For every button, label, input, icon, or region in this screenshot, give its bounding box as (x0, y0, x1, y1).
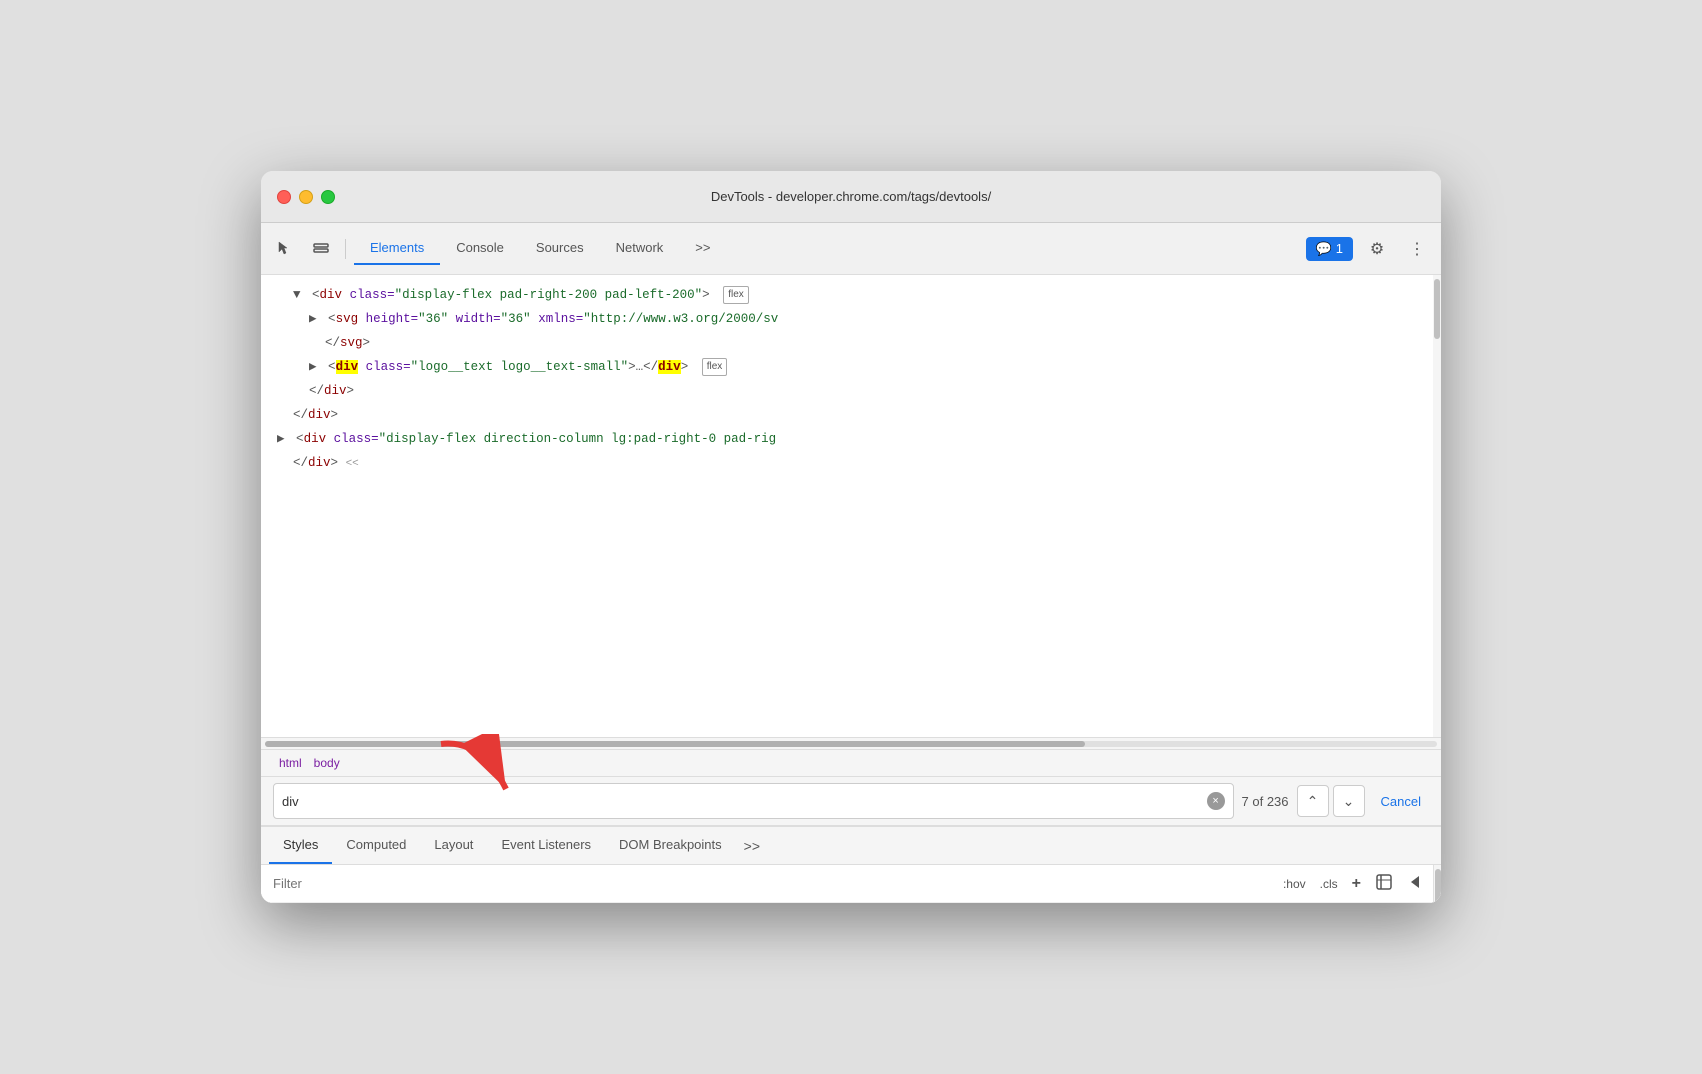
traffic-lights (277, 190, 335, 204)
breadcrumb-bar: html body (261, 749, 1441, 777)
tab-elements[interactable]: Elements (354, 232, 440, 265)
search-count: 7 of 236 (1242, 794, 1289, 809)
tab-computed[interactable]: Computed (332, 827, 420, 864)
maximize-button[interactable] (321, 190, 335, 204)
triangle-icon[interactable] (277, 432, 285, 446)
inspect-icon[interactable] (269, 233, 301, 265)
dom-line[interactable]: <svg height="36" width="36" xmlns="http:… (261, 307, 1441, 331)
toolbar-tabs: Elements Console Sources Network >> (354, 232, 1302, 265)
right-scrollbar-thumb[interactable] (1435, 869, 1441, 903)
right-scrollbar[interactable] (1433, 865, 1441, 902)
devtools-container: Elements Console Sources Network >> 💬 1 … (261, 223, 1441, 903)
search-input[interactable] (282, 794, 1207, 809)
flex-badge[interactable]: flex (702, 358, 728, 376)
tab-event-listeners[interactable]: Event Listeners (487, 827, 605, 864)
breadcrumb-body[interactable]: body (308, 754, 346, 772)
triangle-icon[interactable] (309, 312, 317, 326)
tab-console[interactable]: Console (440, 232, 520, 265)
title-bar: DevTools - developer.chrome.com/tags/dev… (261, 171, 1441, 223)
collapse-icon[interactable] (1403, 871, 1429, 896)
dom-line[interactable]: <div class="display-flex direction-colum… (261, 427, 1441, 451)
search-next-button[interactable]: ⌄ (1333, 785, 1365, 817)
styles-tabs-more[interactable]: >> (736, 830, 768, 862)
settings-icon[interactable]: ⚙ (1361, 233, 1393, 265)
search-prev-button[interactable]: ⌃ (1297, 785, 1329, 817)
filter-bar: :hov .cls + (261, 865, 1441, 903)
search-clear-button[interactable]: × (1207, 792, 1225, 810)
filter-actions: :hov .cls + (1279, 871, 1429, 896)
dom-line[interactable]: <div class="display-flex pad-right-200 p… (261, 283, 1441, 307)
styles-panel: Styles Computed Layout Event Listeners D… (261, 826, 1441, 903)
dom-line[interactable]: </div> << (261, 451, 1441, 476)
search-navigation: ⌃ ⌄ (1297, 785, 1365, 817)
badge-count: 1 (1336, 241, 1343, 256)
devtools-window: DevTools - developer.chrome.com/tags/dev… (261, 171, 1441, 903)
tab-network[interactable]: Network (600, 232, 680, 265)
search-bar: × 7 of 236 ⌃ ⌄ Cancel (261, 777, 1441, 826)
horizontal-scrollbar[interactable] (261, 737, 1441, 749)
chat-icon: 💬 (1316, 241, 1332, 257)
vertical-scrollbar[interactable] (1433, 275, 1441, 737)
more-options-icon[interactable]: ⋮ (1401, 233, 1433, 265)
search-input-wrapper: × (273, 783, 1234, 819)
breadcrumb-html[interactable]: html (273, 754, 308, 772)
styles-tabs: Styles Computed Layout Event Listeners D… (261, 827, 1441, 865)
tab-more[interactable]: >> (679, 232, 726, 265)
toggle-icon[interactable] (1371, 871, 1397, 896)
clear-icon: × (1212, 795, 1218, 807)
dom-panel: <div class="display-flex pad-right-200 p… (261, 275, 1441, 737)
tab-styles[interactable]: Styles (269, 827, 332, 864)
flex-badge[interactable]: flex (723, 286, 749, 304)
dom-line[interactable]: <div class="logo__text logo__text-small"… (261, 355, 1441, 379)
notifications-button[interactable]: 💬 1 (1306, 237, 1353, 261)
tab-sources[interactable]: Sources (520, 232, 600, 265)
triangle-icon[interactable] (293, 288, 301, 302)
hov-button[interactable]: :hov (1279, 875, 1310, 893)
tab-layout[interactable]: Layout (420, 827, 487, 864)
dom-line[interactable]: </div> (261, 379, 1441, 403)
triangle-icon[interactable] (309, 360, 317, 374)
breadcrumb-container: html body (261, 749, 1441, 777)
dom-line[interactable]: </svg> (261, 331, 1441, 355)
hscroll-thumb[interactable] (265, 741, 1085, 747)
tab-dom-breakpoints[interactable]: DOM Breakpoints (605, 827, 736, 864)
search-cancel-button[interactable]: Cancel (1373, 794, 1429, 809)
main-toolbar: Elements Console Sources Network >> 💬 1 … (261, 223, 1441, 275)
toolbar-right: 💬 1 ⚙ ⋮ (1306, 233, 1433, 265)
minimize-button[interactable] (299, 190, 313, 204)
layers-icon[interactable] (305, 233, 337, 265)
add-style-button[interactable]: + (1348, 873, 1365, 895)
hscroll-track (265, 741, 1437, 747)
cls-button[interactable]: .cls (1316, 875, 1342, 893)
scrollbar-thumb[interactable] (1434, 279, 1440, 339)
window-title: DevTools - developer.chrome.com/tags/dev… (711, 189, 991, 204)
close-button[interactable] (277, 190, 291, 204)
filter-input[interactable] (273, 876, 1271, 891)
toolbar-separator (345, 239, 346, 259)
dom-line[interactable]: </div> (261, 403, 1441, 427)
